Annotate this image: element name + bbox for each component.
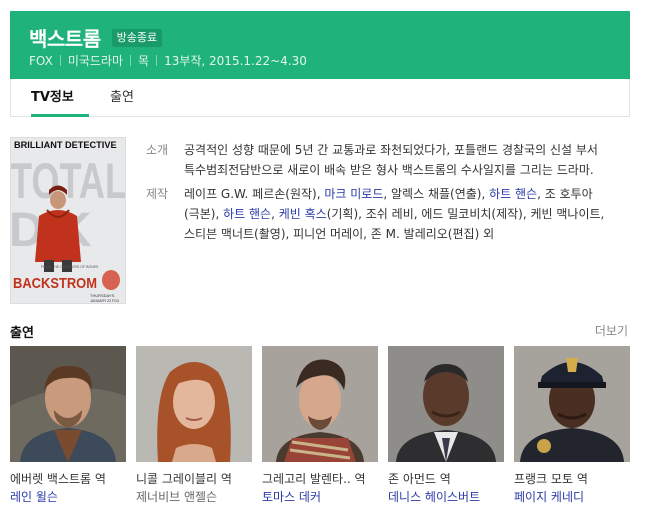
meta-divider bbox=[156, 55, 158, 66]
cast-actor-link[interactable]: 데니스 헤이스버트 bbox=[388, 488, 504, 505]
show-title[interactable]: 백스트롬 bbox=[29, 23, 101, 52]
poster-small-bottom2: JANUARY 22 FOX bbox=[90, 299, 120, 303]
production-row: 제작 레이프 G.W. 페르손(원작), 마크 미로드, 알렉스 채플(연출),… bbox=[146, 184, 606, 244]
cast-photo[interactable] bbox=[136, 346, 252, 462]
cast-actor-link[interactable]: 토마스 데커 bbox=[262, 488, 378, 505]
cast-role: 니콜 그레이블리 역 bbox=[136, 472, 232, 486]
credit-link[interactable]: 케빈 혹스 bbox=[279, 207, 327, 221]
credit-link[interactable]: 하트 핸슨 bbox=[489, 187, 537, 201]
network-text: FOX bbox=[29, 53, 53, 68]
actor-portrait bbox=[10, 346, 126, 462]
show-header: 백스트롬 방송종료 FOX 미국드라마 목 13부작, 2015.1.22~4.… bbox=[10, 11, 630, 79]
cast-photo[interactable] bbox=[388, 346, 504, 462]
meta-divider bbox=[59, 55, 61, 66]
poster-title: BACKSTROM bbox=[13, 275, 97, 292]
cast-heading: 출연 bbox=[10, 326, 34, 341]
status-badge: 방송종료 bbox=[111, 28, 163, 47]
synopsis-text: 공격적인 성향 때문에 5년 간 교통과로 좌천되었다가, 포틀랜드 경찰국의 … bbox=[184, 143, 598, 177]
title-row: 백스트롬 방송종료 bbox=[29, 23, 163, 52]
cast-role: 프랭크 모토 역 bbox=[514, 472, 588, 486]
production-credit: , 알렉스 채플(연출), bbox=[383, 187, 490, 201]
synopsis-label: 소개 bbox=[146, 143, 169, 157]
production-text: 레이프 G.W. 페르손(원작), 마크 미로드, 알렉스 채플(연출), 하트… bbox=[184, 184, 606, 244]
cast-card[interactable]: 그레고리 발렌타.. 역 토마스 데커 bbox=[262, 346, 378, 505]
synopsis-row: 소개 공격적인 성향 때문에 5년 간 교통과로 좌천되었다가, 포틀랜드 경찰… bbox=[146, 140, 606, 180]
cast-photo[interactable] bbox=[262, 346, 378, 462]
tab-bar: TV정보 출연 bbox=[10, 79, 630, 117]
poster-image: BRILLIANT DETECTIVE TOTAL D K FROM THE C… bbox=[11, 138, 126, 303]
active-tab-indicator bbox=[31, 114, 89, 117]
cast-card[interactable]: 프랭크 모토 역 페이지 케네디 bbox=[514, 346, 630, 505]
cast-photo[interactable] bbox=[10, 346, 126, 462]
poster-word-total: TOTAL bbox=[11, 153, 126, 209]
production-credit: , bbox=[271, 207, 279, 221]
cast-photo[interactable] bbox=[514, 346, 630, 462]
genre-text: 미국드라마 bbox=[67, 54, 124, 68]
cast-card[interactable]: 니콜 그레이블리 역 제너비브 앤젤슨 bbox=[136, 346, 252, 505]
credit-link[interactable]: 하트 핸슨 bbox=[223, 207, 271, 221]
cast-card[interactable]: 존 아먼드 역 데니스 헤이스버트 bbox=[388, 346, 504, 505]
show-poster[interactable]: BRILLIANT DETECTIVE TOTAL D K FROM THE C… bbox=[10, 137, 126, 304]
episodes-dates-text: 13부작, 2015.1.22~4.30 bbox=[164, 54, 307, 68]
day-text: 목 bbox=[138, 54, 150, 68]
production-label: 제작 bbox=[146, 187, 169, 201]
poster-small-bottom1: THURSDAYS bbox=[90, 293, 115, 298]
cast-role: 그레고리 발렌타.. 역 bbox=[262, 472, 366, 486]
more-cast-link[interactable]: 더보기 bbox=[595, 322, 628, 339]
cast-actor-name: 제너비브 앤젤슨 bbox=[136, 490, 218, 504]
cast-role: 존 아먼드 역 bbox=[388, 472, 451, 486]
meta-divider bbox=[130, 55, 132, 66]
cast-card[interactable]: 에버렛 백스트롬 역 레인 윌슨 bbox=[10, 346, 126, 505]
show-info: 소개 공격적인 성향 때문에 5년 간 교통과로 좌천되었다가, 포틀랜드 경찰… bbox=[146, 140, 606, 248]
tab-tv-info[interactable]: TV정보 bbox=[31, 79, 74, 116]
credit-link[interactable]: 마크 미로드 bbox=[324, 187, 383, 201]
show-meta: FOX 미국드라마 목 13부작, 2015.1.22~4.30 bbox=[29, 52, 307, 69]
actor-portrait bbox=[136, 346, 252, 462]
cast-actor-link[interactable]: 레인 윌슨 bbox=[10, 488, 126, 505]
poster-small-top: FROM THE CREATORS OF BONES bbox=[41, 265, 99, 269]
actor-portrait bbox=[388, 346, 504, 462]
poster-tagline: BRILLIANT DETECTIVE bbox=[14, 140, 117, 150]
cast-actor-link[interactable]: 페이지 케네디 bbox=[514, 488, 630, 505]
cast-role: 에버렛 백스트롬 역 bbox=[10, 472, 106, 486]
tab-cast[interactable]: 출연 bbox=[110, 79, 134, 116]
actor-portrait bbox=[262, 346, 378, 462]
actor-portrait bbox=[514, 346, 630, 462]
production-credit: 레이프 G.W. 페르손(원작), bbox=[184, 187, 325, 201]
